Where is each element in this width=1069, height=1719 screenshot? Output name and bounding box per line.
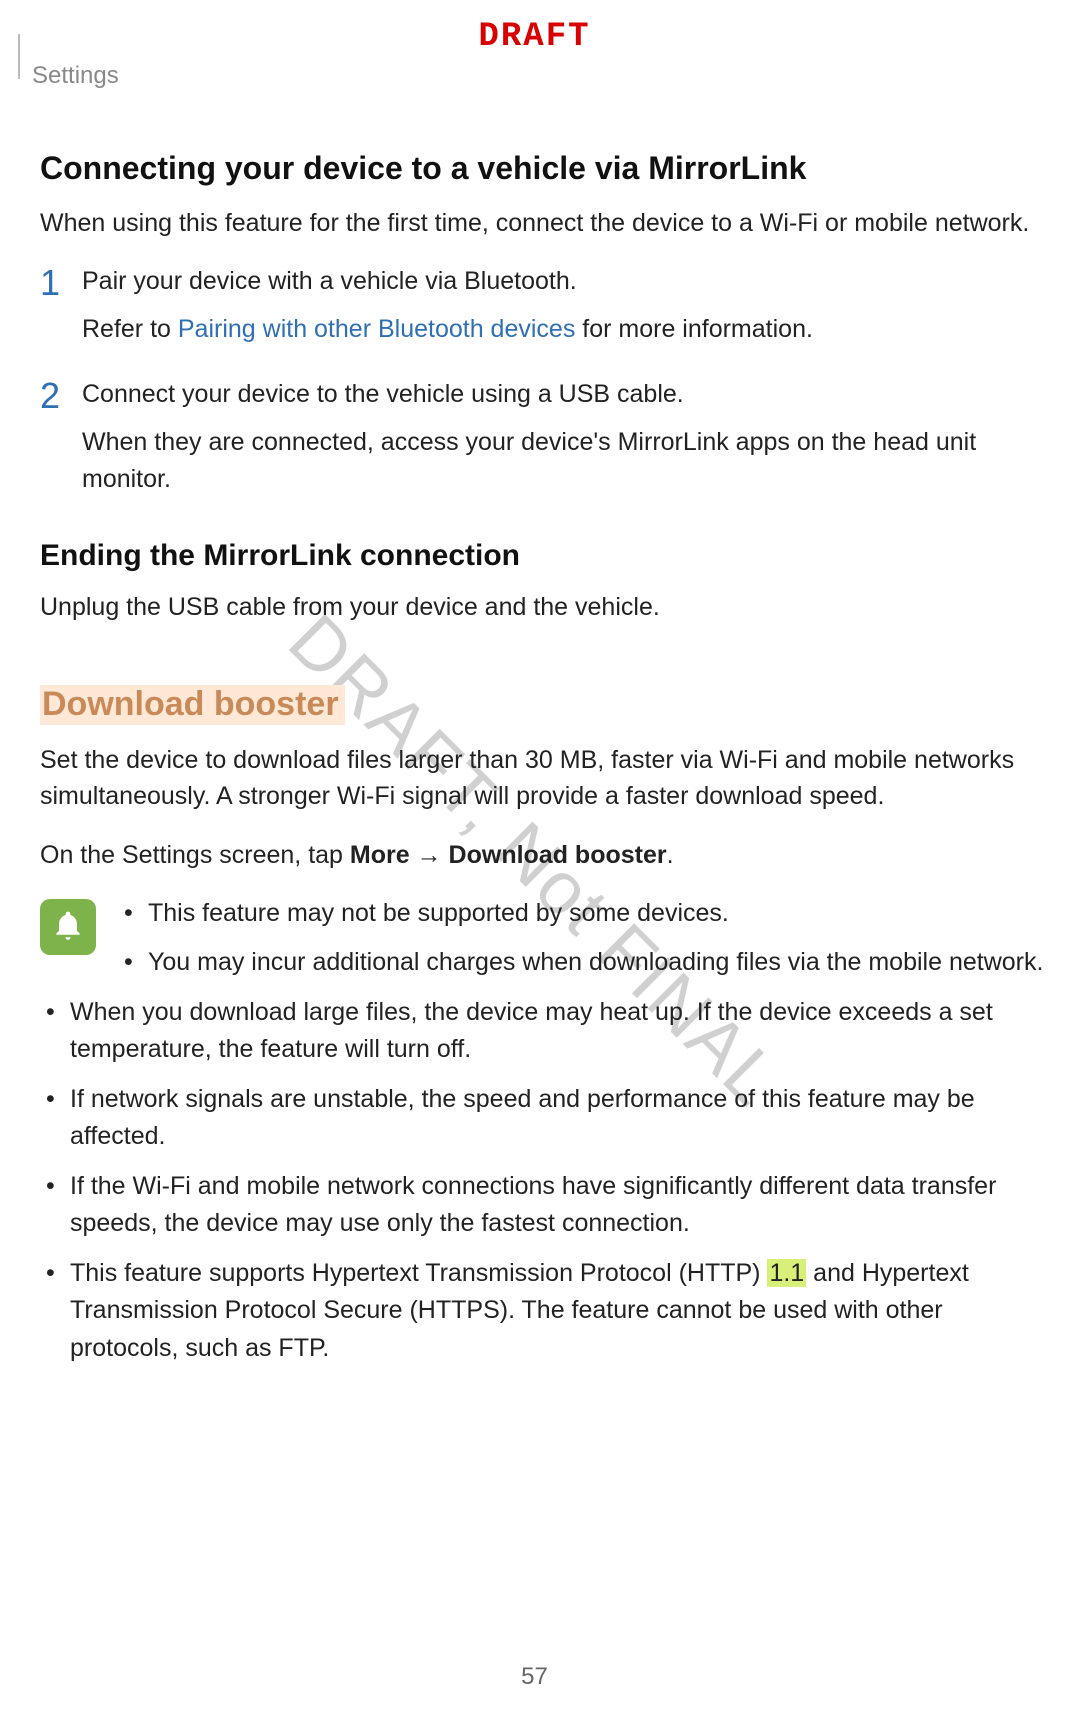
download-booster-p2: On the Settings screen, tap More → Downl…	[40, 837, 1047, 873]
step-number: 1	[40, 263, 82, 301]
section-ending-body: Unplug the USB cable from your device an…	[40, 589, 1047, 625]
step-1-sub: Refer to Pairing with other Bluetooth de…	[82, 311, 1047, 349]
bluetooth-pairing-link[interactable]: Pairing with other Bluetooth devices	[178, 315, 575, 343]
step-1-sub-suffix: for more information.	[575, 315, 813, 343]
note-list: This feature may not be supported by som…	[118, 895, 1047, 1380]
section-mirrorlink-intro: When using this feature for the first ti…	[40, 205, 1047, 241]
section-download-booster-title-wrap: Download booster	[40, 685, 1047, 724]
header-breadcrumb: Settings	[32, 62, 119, 90]
note-item: You may incur additional charges when do…	[118, 944, 1047, 982]
note6-a: This feature supports Hypertext Transmis…	[70, 1259, 767, 1287]
step-2-sub: When they are connected, access your dev…	[82, 424, 1047, 499]
step-1: 1 Pair your device with a vehicle via Bl…	[40, 263, 1047, 348]
p2-arrow: →	[410, 841, 449, 869]
step-2-line: Connect your device to the vehicle using…	[82, 376, 1047, 414]
step-body: Connect your device to the vehicle using…	[82, 376, 1047, 499]
note6-highlight: 1.1	[767, 1259, 806, 1287]
page-number: 57	[0, 1663, 1069, 1691]
section-mirrorlink-title: Connecting your device to a vehicle via …	[40, 150, 1047, 187]
section-ending-title: Ending the MirrorLink connection	[40, 539, 1047, 573]
note-item: This feature may not be supported by som…	[118, 895, 1047, 933]
note-item: If the Wi-Fi and mobile network connecti…	[40, 1168, 1047, 1243]
p2-more: More	[350, 841, 410, 869]
step-2: 2 Connect your device to the vehicle usi…	[40, 376, 1047, 499]
note-item: This feature supports Hypertext Transmis…	[40, 1255, 1047, 1368]
bell-icon	[40, 899, 96, 955]
step-number: 2	[40, 376, 82, 414]
content: Connecting your device to a vehicle via …	[40, 150, 1047, 1379]
section-download-booster-title: Download booster	[40, 685, 345, 725]
step-body: Pair your device with a vehicle via Blue…	[82, 263, 1047, 348]
bell-icon-svg	[52, 909, 84, 945]
draft-banner: DRAFT	[0, 18, 1069, 56]
p2-suffix: .	[667, 841, 674, 869]
note-item: When you download large files, the devic…	[40, 994, 1047, 1069]
note-item: If network signals are unstable, the spe…	[40, 1081, 1047, 1156]
p2-prefix: On the Settings screen, tap	[40, 841, 350, 869]
step-1-line: Pair your device with a vehicle via Blue…	[82, 263, 1047, 301]
p2-download-booster: Download booster	[449, 841, 667, 869]
step-1-sub-prefix: Refer to	[82, 315, 178, 343]
download-booster-p1: Set the device to download files larger …	[40, 742, 1047, 815]
note-box: This feature may not be supported by som…	[40, 895, 1047, 1380]
page: DRAFT Settings DRAFT, Not FINAL Connecti…	[0, 0, 1069, 1719]
